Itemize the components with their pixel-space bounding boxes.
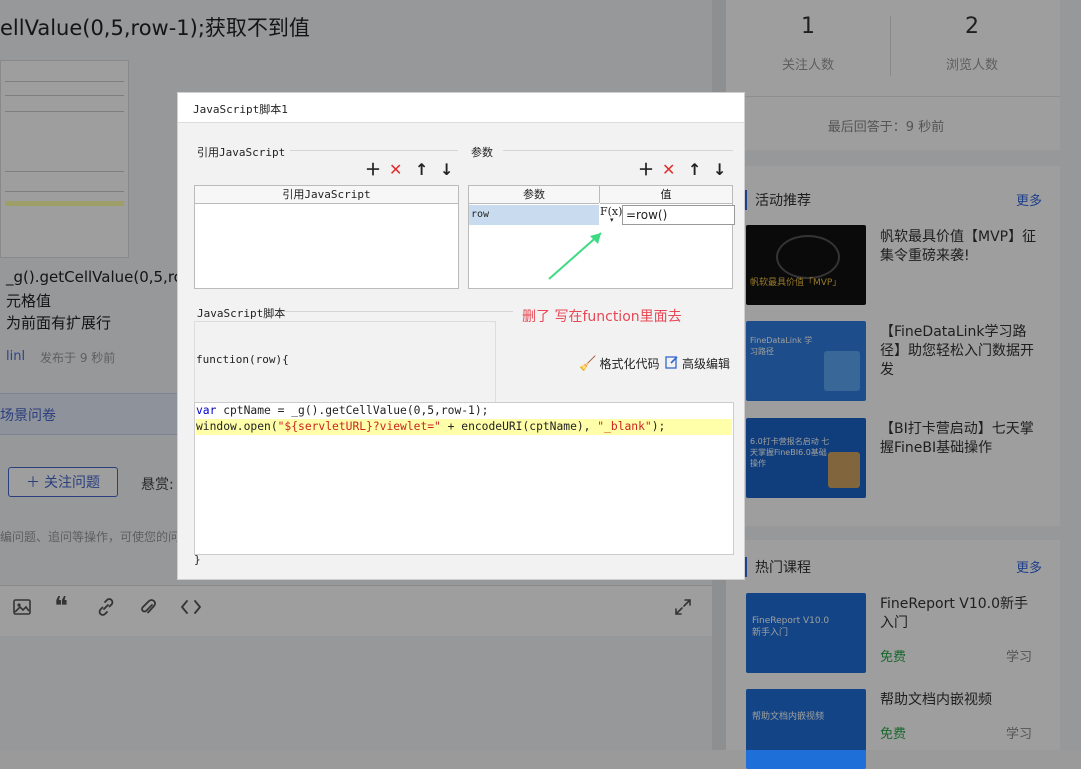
param-value-input[interactable]: =row() <box>622 205 735 225</box>
advanced-edit-button[interactable]: 高级编辑 <box>665 355 730 372</box>
move-down-icon[interactable]: ↓ <box>713 162 726 178</box>
dialog-header: JavaScript脚本1 <box>178 93 744 123</box>
edit-icon <box>665 355 679 372</box>
group-divider <box>283 311 513 312</box>
ref-js-group-label: 引用JavaScript <box>197 146 286 159</box>
add-icon[interactable]: ＋ <box>365 162 381 178</box>
code-line-1: var cptName = _g().getCellValue(0,5,row-… <box>196 404 489 417</box>
brush-icon: 🧹 <box>579 355 597 372</box>
javascript-dialog: JavaScript脚本1 引用JavaScript ＋ ✕ ↑ ↓ 引用Jav… <box>177 92 745 580</box>
annotation-note: 删了 写在function里面去 <box>522 309 682 325</box>
move-down-icon[interactable]: ↓ <box>440 162 453 178</box>
add-icon[interactable]: ＋ <box>638 162 654 178</box>
function-signature: function(row){ <box>196 353 289 366</box>
annotation-arrow <box>548 232 602 280</box>
ref-js-column-header: 引用JavaScript <box>195 186 458 204</box>
code-editor[interactable]: var cptName = _g().getCellValue(0,5,row-… <box>194 402 734 555</box>
param-name-cell[interactable]: row <box>469 205 599 225</box>
group-divider <box>503 150 733 151</box>
dialog-title: JavaScript脚本1 <box>193 103 288 116</box>
advanced-edit-label: 高级编辑 <box>682 357 731 371</box>
script-group-label: JavaScript脚本 <box>197 307 286 320</box>
move-up-icon[interactable]: ↑ <box>688 162 701 178</box>
code-line-2: window.open("${servletURL}?viewlet=" + e… <box>196 419 732 435</box>
format-code-label: 格式化代码 <box>599 357 660 371</box>
delete-icon[interactable]: ✕ <box>389 162 402 178</box>
ref-js-table[interactable]: 引用JavaScript <box>194 185 459 289</box>
format-code-button[interactable]: 🧹 格式化代码 <box>579 355 659 372</box>
function-close-brace: } <box>194 553 201 566</box>
group-divider <box>290 150 458 151</box>
param-column-header: 参数 <box>469 186 599 204</box>
formula-fx-icon[interactable]: F(x) ▾ <box>600 204 622 226</box>
value-column-header: 值 <box>600 186 732 204</box>
move-up-icon[interactable]: ↑ <box>415 162 428 178</box>
params-group-label: 参数 <box>471 146 493 159</box>
delete-icon[interactable]: ✕ <box>662 162 675 178</box>
